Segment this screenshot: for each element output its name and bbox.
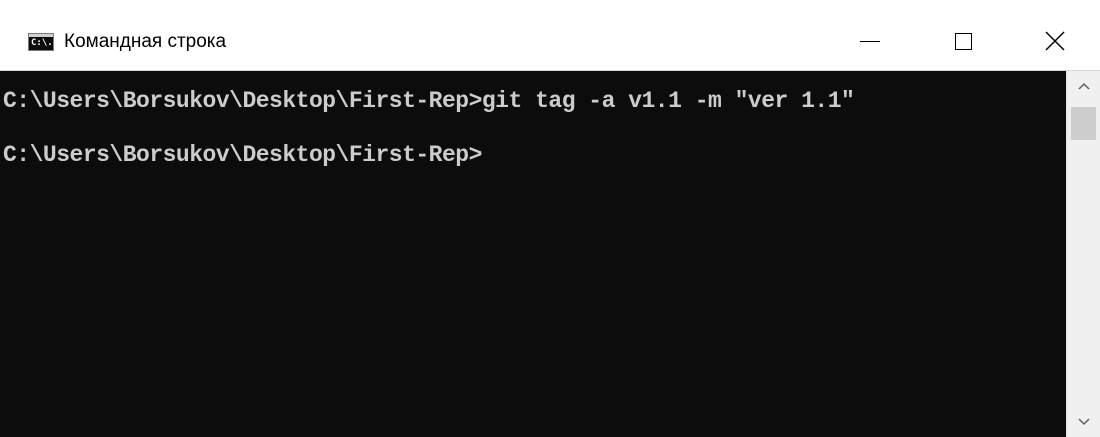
- vertical-scrollbar[interactable]: [1066, 71, 1100, 437]
- scroll-thumb[interactable]: [1071, 107, 1096, 140]
- cmd-icon-bar: [29, 34, 53, 37]
- maximize-button[interactable]: [940, 18, 986, 62]
- scroll-down-button[interactable]: [1067, 407, 1100, 437]
- scroll-up-button[interactable]: [1067, 71, 1100, 101]
- console-line-prompt: C:\Users\Borsukov\Desktop\First-Rep>: [3, 142, 482, 168]
- maximize-icon: [954, 32, 972, 50]
- minimize-icon: [860, 40, 880, 42]
- window-title: Командная строка: [64, 31, 227, 52]
- chevron-up-icon: [1077, 77, 1090, 95]
- console-output[interactable]: C:\Users\Borsukov\Desktop\First-Rep>git …: [0, 71, 1066, 437]
- cmd-icon[interactable]: C:\.: [28, 33, 54, 51]
- close-button[interactable]: [1032, 18, 1078, 62]
- chevron-down-icon: [1077, 413, 1090, 431]
- console-line-command: C:\Users\Borsukov\Desktop\First-Rep>git …: [3, 88, 855, 114]
- cmd-window: C:\. Командная строка C:\Users\Borsukov\…: [0, 0, 1100, 437]
- title-bar[interactable]: C:\. Командная строка: [0, 0, 1100, 71]
- close-icon: [1045, 29, 1065, 51]
- minimize-button[interactable]: [847, 18, 893, 62]
- cmd-icon-text: C:\.: [31, 38, 53, 48]
